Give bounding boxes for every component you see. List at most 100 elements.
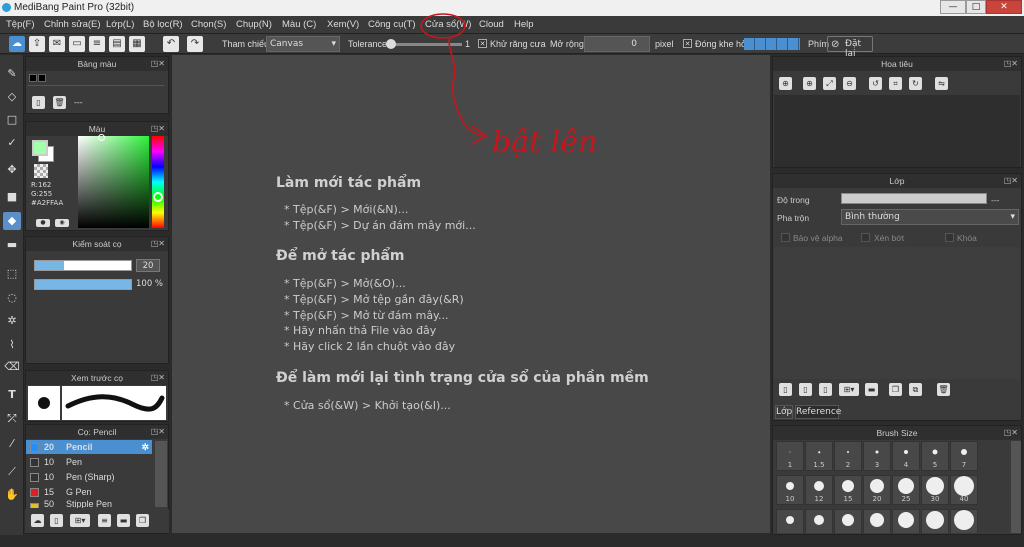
folder-icon[interactable]: ▬ <box>865 383 878 396</box>
brush-item-stipple[interactable]: 50 Stipple Pen <box>26 500 152 508</box>
zoom-out-icon[interactable]: ⊖ <box>843 77 856 90</box>
brush-list-scrollbar[interactable] <box>155 441 167 507</box>
duplicate-layer-icon[interactable]: ❐ <box>889 383 902 396</box>
menu-capture[interactable]: Chụp(N) <box>236 19 272 30</box>
brush-size-cell[interactable] <box>834 509 862 533</box>
panel-float-close-icon[interactable]: ◳✕ <box>151 237 165 251</box>
delete-palette-icon[interactable]: 🗑 <box>53 96 66 109</box>
menu-edit[interactable]: Chỉnh sửa(E) <box>44 19 101 30</box>
brush-size-value[interactable]: 20 <box>136 259 160 272</box>
operation-tool-icon[interactable]: ⤱ <box>3 410 21 428</box>
hue-handle[interactable] <box>153 192 163 202</box>
new-palette-icon[interactable]: ▯ <box>32 96 45 109</box>
brush-item-pen-sharp[interactable]: 10 Pen (Sharp) <box>26 470 152 484</box>
close-gap-level[interactable] <box>744 38 800 50</box>
brush-size-cell[interactable]: 4 <box>892 441 920 471</box>
cloud-download-icon[interactable]: ☁ <box>31 514 44 527</box>
palette-swatch[interactable] <box>38 74 46 82</box>
dot-tool-icon[interactable]: ✓ <box>3 134 21 152</box>
share-icon[interactable]: ⇪ <box>29 36 45 52</box>
brush-size-cell[interactable]: 30 <box>921 475 949 505</box>
reset-button[interactable]: ⊘ Đặt lại <box>827 36 873 59</box>
brush-size-cell[interactable] <box>776 509 804 533</box>
brush-size-cell[interactable] <box>863 509 891 533</box>
menu-view[interactable]: Xem(V) <box>327 19 359 30</box>
select-pen-icon[interactable]: ⌇ <box>3 336 21 354</box>
panel-float-close-icon[interactable]: ◳✕ <box>151 57 165 71</box>
fit-icon[interactable]: ⤢ <box>823 77 836 90</box>
menu-tools[interactable]: Công cụ(T) <box>368 19 416 30</box>
brush-item-pencil[interactable]: 20 Pencil ✲ <box>26 440 152 454</box>
fill-rect-tool-icon[interactable]: ■ <box>3 188 21 206</box>
new-layer-icon[interactable]: ▯ <box>779 383 792 396</box>
brush-size-cell[interactable]: 7 <box>950 441 978 471</box>
panel-float-close-icon[interactable]: ◳✕ <box>1004 426 1018 440</box>
magic-wand-icon[interactable]: ✲ <box>3 312 21 330</box>
cloud-icon[interactable]: ☁ <box>9 36 25 52</box>
brush-size-scrollbar[interactable] <box>1011 441 1021 533</box>
brush-size-cell[interactable] <box>950 509 978 533</box>
brush-item-g-pen[interactable]: 15 G Pen <box>26 485 152 499</box>
protect-alpha-checkbox[interactable] <box>781 233 790 242</box>
brush-size-cell[interactable]: 1 <box>776 441 804 471</box>
select-eraser-icon[interactable]: ⌫ <box>3 358 21 376</box>
palette-swatch[interactable] <box>29 74 37 82</box>
gear-icon[interactable]: ✲ <box>141 440 149 454</box>
panel-float-close-icon[interactable]: ◳✕ <box>151 371 165 385</box>
shape-tool-icon[interactable]: □ <box>3 111 21 129</box>
zoom-in-icon[interactable]: ⊕ <box>779 77 792 90</box>
reference-select[interactable]: Canvas ▾ <box>266 36 340 52</box>
menu-layer[interactable]: Lớp(L) <box>106 19 134 30</box>
menu-file[interactable]: Tệp(F) <box>6 19 35 30</box>
brush-size-cell[interactable] <box>892 509 920 533</box>
brush-size-cell[interactable]: 20 <box>863 475 891 505</box>
tab-reference[interactable]: Reference <box>795 405 841 419</box>
brush-tool-icon[interactable]: ✎ <box>3 65 21 83</box>
close-gap-checkbox[interactable]: ✕ <box>683 39 692 48</box>
move-tool-icon[interactable]: ✥ <box>3 161 21 179</box>
tolerance-slider-handle[interactable] <box>386 39 396 49</box>
brush-size-cell[interactable]: 2 <box>834 441 862 471</box>
brush-size-cell[interactable]: 15 <box>834 475 862 505</box>
panel-float-close-icon[interactable]: ◳✕ <box>1004 57 1018 71</box>
brush-size-cell[interactable]: 5 <box>921 441 949 471</box>
navigator-preview[interactable] <box>774 95 1020 167</box>
dropper-tool-icon[interactable]: ⁄ <box>3 435 21 453</box>
zoom-in-small-icon[interactable]: ⊕ <box>803 77 816 90</box>
grid-icon[interactable]: ▦ <box>129 36 145 52</box>
transparent-swatch[interactable] <box>34 164 48 178</box>
eraser-tool-icon[interactable]: ◇ <box>3 88 21 106</box>
delete-layer-icon[interactable]: 🗑 <box>937 383 950 396</box>
panel-float-close-icon[interactable]: ◳✕ <box>151 425 165 439</box>
color-mode-button[interactable]: ◉ <box>55 219 69 227</box>
flip-icon[interactable]: ⇋ <box>935 77 948 90</box>
panel-float-close-icon[interactable]: ◳✕ <box>1004 174 1018 188</box>
picker-cursor[interactable] <box>98 134 105 141</box>
blend-select[interactable]: Bình thường ▾ <box>841 209 1019 225</box>
redo-button[interactable]: ↷ <box>187 36 203 52</box>
hand-tool-icon[interactable]: ✋ <box>3 486 21 504</box>
duplicate-icon[interactable]: ❐ <box>136 514 149 527</box>
close-button[interactable]: ✕ <box>986 0 1022 14</box>
hue-slider[interactable] <box>152 136 164 228</box>
layer-opacity-slider[interactable] <box>841 193 987 204</box>
brush-size-slider[interactable] <box>34 260 132 271</box>
brush-size-cell[interactable] <box>805 509 833 533</box>
saturation-value-picker[interactable] <box>78 136 149 228</box>
chat-icon[interactable]: ✉ <box>49 36 65 52</box>
rotate-left-icon[interactable]: ↺ <box>869 77 882 90</box>
eyedropper-icon[interactable]: ⟋ <box>3 463 21 481</box>
merge-layer-icon[interactable]: ⧉ <box>909 383 922 396</box>
primary-color-swatch[interactable] <box>32 140 48 156</box>
add-layer-dropdown-icon[interactable]: ⊞▾ <box>839 383 859 396</box>
brush-size-cell[interactable]: 12 <box>805 475 833 505</box>
panel-float-close-icon[interactable]: ◳✕ <box>151 122 165 136</box>
new-brush-icon[interactable]: ▯ <box>50 514 63 527</box>
document-icon[interactable]: ≡ <box>89 36 105 52</box>
bucket-tool-icon[interactable]: ◆ <box>3 212 21 230</box>
brush-properties-icon[interactable]: ≡ <box>98 514 111 527</box>
add-brush-icon[interactable]: ⊞▾ <box>70 514 90 527</box>
menu-select[interactable]: Chọn(S) <box>191 19 226 30</box>
brush-size-cell[interactable] <box>921 509 949 533</box>
actual-size-icon[interactable]: ⌗ <box>889 77 902 90</box>
